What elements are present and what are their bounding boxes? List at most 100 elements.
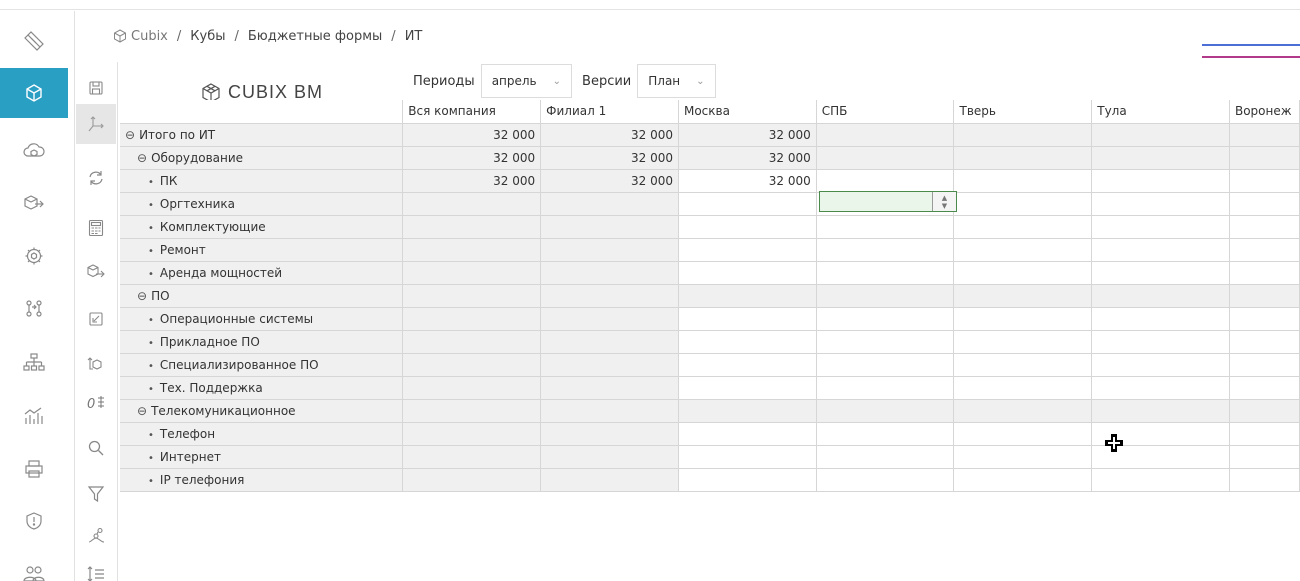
tape-icon[interactable] xyxy=(0,17,68,67)
data-cell[interactable] xyxy=(1228,214,1300,239)
analytics-icon[interactable] xyxy=(0,391,68,441)
data-cell[interactable] xyxy=(1091,191,1230,216)
data-cell[interactable] xyxy=(540,306,679,331)
row-label[interactable]: • ПК xyxy=(120,168,404,193)
data-cell[interactable] xyxy=(677,329,817,354)
tree-icon[interactable] xyxy=(76,516,116,556)
data-cell[interactable] xyxy=(540,260,679,285)
data-cell[interactable] xyxy=(815,237,955,262)
data-cell[interactable] xyxy=(1091,467,1230,492)
refresh-icon[interactable] xyxy=(76,158,116,198)
data-cell[interactable] xyxy=(815,168,955,193)
data-cell[interactable]: 32 000 xyxy=(402,122,542,147)
column-header[interactable]: СПБ xyxy=(815,100,955,124)
breadcrumb-item-budget-forms[interactable]: Бюджетные формы xyxy=(248,29,382,44)
data-cell[interactable] xyxy=(953,352,1093,377)
column-header[interactable]: Москва xyxy=(677,100,817,124)
data-cell[interactable] xyxy=(1091,329,1230,354)
shield-icon[interactable] xyxy=(0,496,68,546)
data-cell[interactable] xyxy=(677,306,817,331)
column-header[interactable]: Тула xyxy=(1091,100,1230,124)
data-cell[interactable] xyxy=(540,421,679,446)
data-cell[interactable] xyxy=(677,352,817,377)
data-cell[interactable] xyxy=(815,260,955,285)
data-cell[interactable] xyxy=(677,283,817,308)
collapse-icon[interactable]: ⊖ xyxy=(137,151,147,165)
data-cell[interactable] xyxy=(677,398,817,423)
data-cell[interactable] xyxy=(1228,306,1300,331)
data-cell[interactable] xyxy=(540,329,679,354)
data-cell[interactable] xyxy=(953,329,1093,354)
data-cell[interactable]: 32 000 xyxy=(540,122,679,147)
data-cell[interactable] xyxy=(540,283,679,308)
save-icon[interactable] xyxy=(76,68,116,108)
active-edit-cell[interactable]: ▲ ▼ xyxy=(819,191,957,212)
org-structure-icon[interactable] xyxy=(0,337,68,387)
column-header[interactable]: Вся компания xyxy=(402,100,542,124)
breadcrumb-item-cubes[interactable]: Кубы xyxy=(190,29,225,44)
data-cell[interactable] xyxy=(540,398,679,423)
data-cell[interactable] xyxy=(815,375,955,400)
data-cell[interactable] xyxy=(402,398,542,423)
hierarchy-swap-icon[interactable] xyxy=(0,284,68,334)
data-cell[interactable] xyxy=(1228,329,1300,354)
data-cell[interactable] xyxy=(540,352,679,377)
row-label[interactable]: • Тех. Поддержка xyxy=(120,375,404,400)
data-cell[interactable] xyxy=(953,168,1093,193)
data-cell[interactable]: 32 000 xyxy=(677,122,817,147)
data-cell[interactable] xyxy=(953,421,1093,446)
data-cell[interactable] xyxy=(1091,260,1230,285)
data-cell[interactable] xyxy=(953,398,1093,423)
data-cell[interactable] xyxy=(815,467,955,492)
collapse-icon[interactable]: ⊖ xyxy=(137,404,147,418)
data-cell[interactable] xyxy=(677,467,817,492)
data-cell[interactable] xyxy=(402,352,542,377)
data-cell[interactable] xyxy=(540,375,679,400)
filter-icon[interactable] xyxy=(76,474,116,514)
row-label[interactable]: • Телефон xyxy=(120,421,404,446)
data-cell[interactable] xyxy=(1228,168,1300,193)
data-cell[interactable] xyxy=(677,375,817,400)
data-cell[interactable] xyxy=(677,191,817,216)
data-cell[interactable] xyxy=(1091,214,1230,239)
row-label[interactable]: • Интернет xyxy=(120,444,404,469)
data-transfer-icon[interactable] xyxy=(76,344,116,384)
data-cell[interactable] xyxy=(402,283,542,308)
data-cell[interactable] xyxy=(402,191,542,216)
data-cell[interactable] xyxy=(815,306,955,331)
data-cell[interactable] xyxy=(402,421,542,446)
data-cell[interactable] xyxy=(1228,237,1300,262)
import-icon[interactable] xyxy=(76,299,116,339)
data-cell[interactable] xyxy=(953,122,1093,147)
row-label[interactable]: • Аренда мощностей xyxy=(120,260,404,285)
data-cell[interactable] xyxy=(402,306,542,331)
data-cell[interactable] xyxy=(1091,237,1230,262)
data-cell[interactable] xyxy=(815,283,955,308)
column-header[interactable]: Воронеж xyxy=(1228,100,1300,124)
data-cell[interactable] xyxy=(1091,283,1230,308)
data-cell[interactable] xyxy=(953,191,1093,216)
data-cell[interactable] xyxy=(402,260,542,285)
data-cell[interactable] xyxy=(1228,444,1300,469)
data-cell[interactable] xyxy=(540,444,679,469)
data-cell[interactable]: 32 000 xyxy=(540,168,679,193)
data-cell[interactable] xyxy=(677,260,817,285)
data-cell[interactable] xyxy=(815,145,955,170)
data-cell[interactable] xyxy=(953,260,1093,285)
row-label[interactable]: • Операционные системы xyxy=(120,306,404,331)
collapse-icon[interactable]: ⊖ xyxy=(137,289,147,303)
cloud-cube-icon[interactable] xyxy=(0,126,68,176)
data-cell[interactable] xyxy=(1091,398,1230,423)
data-cell[interactable] xyxy=(1091,145,1230,170)
period-select[interactable]: апрель ⌄ xyxy=(480,64,573,98)
data-cell[interactable]: 32 000 xyxy=(402,145,542,170)
data-cell[interactable] xyxy=(402,329,542,354)
data-cell[interactable] xyxy=(1228,283,1300,308)
data-cell[interactable] xyxy=(953,467,1093,492)
data-cell[interactable] xyxy=(1228,191,1300,216)
row-label[interactable]: • Комплектующие xyxy=(120,214,404,239)
data-cell[interactable] xyxy=(953,214,1093,239)
data-cell[interactable] xyxy=(953,283,1093,308)
cube-icon[interactable] xyxy=(0,68,68,118)
version-select[interactable]: План ⌄ xyxy=(637,64,716,98)
